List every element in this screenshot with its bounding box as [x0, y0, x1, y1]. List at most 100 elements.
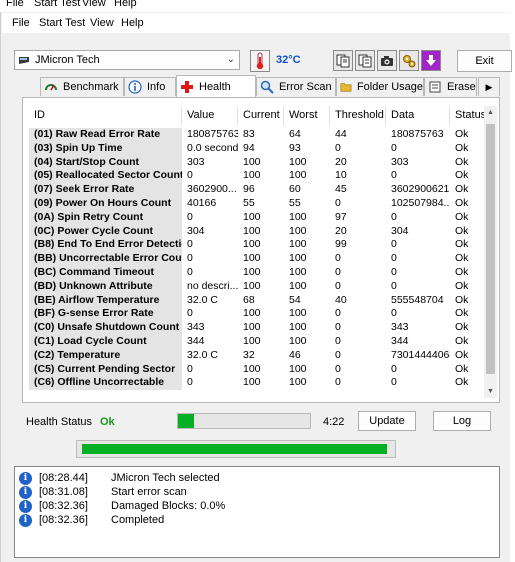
- col-header-id[interactable]: ID: [29, 106, 182, 126]
- table-cell: 0.0 seconds: [187, 141, 238, 154]
- tab-scroll-right[interactable]: ▶: [478, 77, 500, 96]
- table-row[interactable]: (C2) Temperature 32.0 C 32 46 0 73014444064 Ok: [29, 348, 487, 363]
- table-row[interactable]: (B8) End To End Error Detection 0 100 100 99…: [29, 238, 487, 253]
- log-entry: i [08:32.36] Damaged Blocks: 0.0%: [19, 500, 489, 514]
- table-cell: 55: [289, 197, 301, 209]
- drive-select[interactable]: JMicron Tech ⌄: [14, 50, 240, 70]
- tab-erase[interactable]: Erase: [424, 77, 477, 96]
- col-header-data[interactable]: Data: [386, 106, 450, 126]
- table-cell: 100: [289, 224, 307, 237]
- table-cell: Ok: [455, 197, 469, 209]
- download-arrow-icon: [426, 54, 436, 66]
- table-cell: 0: [335, 279, 341, 292]
- table-row[interactable]: (BC) Command Timeout 0 100 100 0 0 Ok: [29, 266, 487, 280]
- copy-icon: [336, 54, 350, 67]
- chevron-down-icon: ⌄: [226, 54, 235, 65]
- copy-all-button[interactable]: [355, 50, 375, 71]
- col-header-worst[interactable]: Worst: [284, 106, 330, 126]
- table-cell: (C2) Temperature: [29, 348, 182, 363]
- table-row[interactable]: (C1) Load Cycle Count 344 100 100 0 344 Ok: [29, 335, 487, 349]
- table-row[interactable]: (05) Reallocated Sector Count 0 100 100 10 0 O…: [29, 169, 487, 184]
- camera-icon: [381, 55, 393, 66]
- table-cell: 0: [391, 169, 397, 182]
- table-row[interactable]: (09) Power On Hours Count 40166 55 55 0 10250…: [29, 197, 487, 211]
- table-row[interactable]: (C0) Unsafe Shutdown Count 343 100 100 0 343 O…: [29, 321, 487, 335]
- tab-folder-usage[interactable]: Folder Usage: [336, 77, 424, 96]
- table-cell: 0: [335, 197, 341, 209]
- table-row[interactable]: (04) Start/Stop Count 303 100 100 20 303 Ok: [29, 155, 487, 170]
- table-cell: 0: [187, 376, 193, 389]
- screenshot-button[interactable]: [377, 50, 397, 71]
- table-cell: 20: [335, 155, 347, 168]
- table-row[interactable]: (0C) Power Cycle Count 304 100 100 20 304 Ok: [29, 224, 487, 239]
- bg-menu-start-test: Start Test: [34, 0, 81, 9]
- table-row[interactable]: (07) Seek Error Rate 3602900... 96 60 45 3602…: [29, 183, 487, 197]
- magnifier-icon: [260, 80, 274, 94]
- col-header-status[interactable]: Status: [450, 106, 487, 126]
- exit-button[interactable]: Exit: [457, 50, 512, 72]
- log-entry: i [08:31.08] Start error scan: [19, 486, 489, 500]
- tab-info[interactable]: Info: [124, 77, 176, 96]
- table-row[interactable]: (BE) Airflow Temperature 32.0 C 68 54 40 5555…: [29, 293, 487, 308]
- table-cell: 100: [243, 238, 261, 251]
- table-row[interactable]: (03) Spin Up Time 0.0 seconds 94 93 0 0 Ok: [29, 141, 487, 156]
- col-header-value[interactable]: Value: [182, 106, 238, 126]
- tab-error-scan[interactable]: Error Scan: [256, 77, 336, 96]
- table-cell: Ok: [455, 169, 469, 182]
- table-cell: Ok: [455, 252, 469, 265]
- table-row[interactable]: (C6) Offline Uncorrectable 0 100 100 0 0 Ok: [29, 376, 487, 391]
- temperature-readout: 32°C: [276, 54, 301, 66]
- table-cell: Ok: [455, 238, 469, 251]
- table-cell: Ok: [455, 293, 469, 306]
- table-cell: (03) Spin Up Time: [29, 141, 182, 156]
- log-list[interactable]: i [08:28.44] JMicron Tech selected i [08:31.…: [14, 466, 500, 558]
- health-status-label: Health Status: [26, 416, 93, 428]
- benchmark-icon: [45, 84, 57, 91]
- copy-button[interactable]: [333, 50, 353, 71]
- table-cell: 100: [289, 335, 307, 347]
- bg-menu-help: Help: [114, 0, 137, 9]
- save-button[interactable]: [421, 50, 441, 71]
- table-row[interactable]: (BB) Uncorrectable Error Count 0 100 100 0 0 O…: [29, 252, 487, 266]
- menu-view[interactable]: View: [90, 17, 114, 29]
- table-row[interactable]: (BF) G-sense Error Rate 0 100 100 0 0 Ok: [29, 307, 487, 322]
- table-cell: 10: [335, 169, 347, 182]
- scroll-up-icon[interactable]: ▲: [484, 106, 497, 119]
- table-cell: 54: [289, 293, 301, 306]
- menu-file[interactable]: File: [12, 17, 30, 29]
- vertical-scrollbar[interactable]: ▲ ▼: [484, 106, 497, 398]
- scroll-thumb[interactable]: [486, 124, 495, 374]
- smart-table[interactable]: ID Value Current Worst Threshold Data St…: [29, 106, 493, 398]
- table-cell: (C1) Load Cycle Count: [29, 335, 182, 349]
- col-header-threshold[interactable]: Threshold: [330, 106, 386, 126]
- scroll-down-icon[interactable]: ▼: [484, 385, 497, 398]
- menu-help[interactable]: Help: [121, 17, 144, 29]
- table-cell: 555548704: [391, 293, 444, 306]
- table-row[interactable]: (BD) Unknown Attribute no descri... 100 100…: [29, 279, 487, 294]
- table-cell: 303: [187, 155, 205, 168]
- menu-start-test[interactable]: Start Test: [39, 17, 85, 29]
- table-cell: 100: [243, 307, 261, 320]
- update-button[interactable]: Update: [358, 411, 416, 431]
- table-cell: 0: [187, 252, 193, 265]
- tab-benchmark[interactable]: Benchmark: [40, 77, 124, 96]
- col-header-current[interactable]: Current: [238, 106, 284, 126]
- table-cell: (BE) Airflow Temperature: [29, 293, 182, 308]
- table-cell: Ok: [455, 141, 469, 154]
- log-button[interactable]: Log: [433, 411, 491, 431]
- table-cell: Ok: [455, 348, 469, 361]
- table-row[interactable]: (0A) Spin Retry Count 0 100 100 97 0 Ok: [29, 210, 487, 225]
- table-cell: 100: [243, 155, 261, 168]
- copy-text-icon: [358, 54, 372, 67]
- options-button[interactable]: [399, 50, 419, 71]
- table-cell: 100: [289, 376, 307, 389]
- table-cell: 303: [391, 155, 409, 168]
- tab-health[interactable]: Health: [176, 75, 256, 97]
- log-message: Damaged Blocks: 0.0%: [111, 500, 226, 512]
- table-row[interactable]: (01) Raw Read Error Rate 180875763 83 64 44 1…: [29, 128, 487, 142]
- table-cell: 0: [335, 307, 341, 320]
- table-cell: 0: [335, 321, 341, 334]
- table-row[interactable]: (C5) Current Pending Sector 0 100 100 0 0 Ok: [29, 362, 487, 377]
- table-cell: (B8) End To End Error Detection: [29, 238, 182, 253]
- table-cell: 100: [289, 155, 307, 168]
